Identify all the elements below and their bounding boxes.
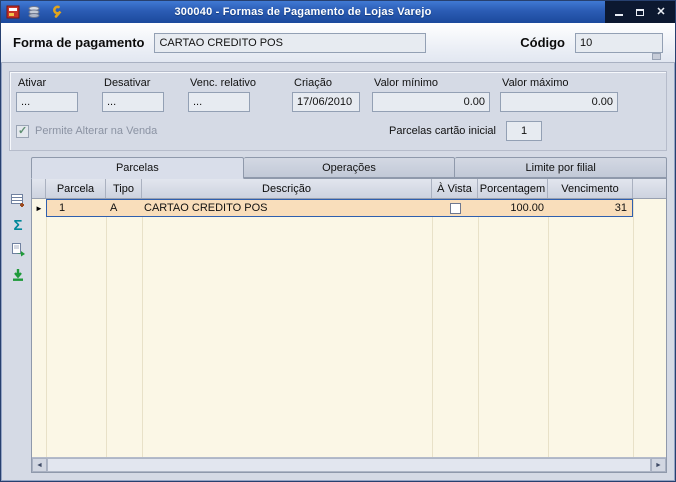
tab-operacoes[interactable]: Operações: [243, 157, 456, 178]
payment-form-input[interactable]: [154, 32, 427, 53]
post-row-icon[interactable]: [9, 266, 27, 284]
column-header-vencimento[interactable]: Vencimento: [548, 179, 633, 198]
minimize-button[interactable]: [613, 6, 625, 18]
ativar-input[interactable]: [16, 92, 78, 112]
horizontal-scrollbar[interactable]: ◄ ►: [32, 457, 666, 472]
venc-relativo-input[interactable]: [188, 92, 250, 112]
header-strip: Forma de pagamento Código: [1, 23, 675, 63]
grid-column-line: [633, 199, 634, 457]
cell-a-vista: [432, 200, 478, 216]
field-ativar: Ativar: [16, 77, 78, 112]
detail-fieldgroup: Ativar Desativar Venc. relativo Criação …: [9, 71, 667, 151]
app-icon[interactable]: [5, 4, 21, 20]
sum-glyph: Σ: [13, 216, 23, 234]
allow-change-checkbox[interactable]: [16, 124, 29, 138]
field-desativar: Desativar: [102, 77, 164, 112]
current-row-marker-icon: ►: [35, 203, 43, 213]
maximize-icon: [636, 8, 644, 16]
criacao-input[interactable]: [292, 92, 361, 112]
field-valor-maximo: Valor máximo: [500, 77, 619, 112]
cell-porcentagem[interactable]: 100.00: [478, 200, 548, 216]
close-button[interactable]: ✕: [655, 6, 667, 18]
scroll-left-button[interactable]: ◄: [32, 458, 47, 472]
titlebar: 300040 - Formas de Pagamento de Lojas Va…: [1, 1, 675, 23]
tabstrip: Parcelas Operações Limite por filial: [31, 157, 668, 179]
column-header-porcentagem[interactable]: Porcentagem: [478, 179, 548, 198]
tab-limite-por-filial[interactable]: Limite por filial: [455, 157, 668, 178]
close-icon: ✕: [656, 5, 666, 18]
tab-operacoes-label: Operações: [322, 161, 376, 174]
grid-toolbar: Σ: [5, 157, 31, 473]
cell-descricao[interactable]: CARTAO CREDITO POS: [142, 200, 432, 216]
grid-column-line: [46, 199, 47, 457]
minimize-icon: [615, 14, 623, 16]
desativar-label: Desativar: [104, 77, 151, 89]
wrench-icon[interactable]: [47, 4, 63, 20]
grid-column-line: [548, 199, 549, 457]
field-valor-minimo: Valor mínimo: [372, 77, 491, 112]
field-row: Ativar Desativar Venc. relativo Criação …: [16, 77, 658, 112]
grid-panel: Parcela Tipo Descrição À Vista Porcentag…: [31, 178, 667, 473]
cell-vencimento[interactable]: 31: [548, 200, 632, 216]
append-row-button[interactable]: [9, 191, 27, 209]
window-controls: ✕: [605, 1, 675, 23]
grid-column-line: [142, 199, 143, 457]
table-row[interactable]: ► 1 A CARTAO CREDITO POS 100.00 31: [32, 199, 633, 217]
criacao-label: Criação: [294, 77, 332, 89]
main-area: Σ Parcelas Operações Limite por filial P…: [1, 155, 675, 481]
tab-parcelas-label: Parcelas: [115, 162, 159, 174]
desativar-input[interactable]: [102, 92, 164, 112]
field-row-2: Permite Alterar na Venda Parcelas cartão…: [16, 121, 658, 141]
cell-tipo[interactable]: A: [106, 200, 142, 216]
tab-content: Parcelas Operações Limite por filial Par…: [31, 157, 668, 473]
selected-row[interactable]: 1 A CARTAO CREDITO POS 100.00 31: [46, 199, 633, 217]
column-header-filler: [633, 179, 666, 198]
scroll-right-button[interactable]: ►: [651, 458, 666, 472]
tab-parcelas[interactable]: Parcelas: [31, 157, 244, 179]
code-label: Código: [520, 35, 565, 50]
field-criacao: Criação: [292, 77, 361, 112]
grid-header: Parcela Tipo Descrição À Vista Porcentag…: [32, 179, 666, 199]
code-lookup-handle[interactable]: [652, 53, 661, 60]
maximize-button[interactable]: [634, 6, 646, 18]
grid-body[interactable]: ► 1 A CARTAO CREDITO POS 100.00 31: [32, 199, 666, 457]
code-input[interactable]: [575, 32, 663, 53]
valor-minimo-input[interactable]: [372, 92, 491, 112]
marker-column-header: [32, 179, 46, 198]
allow-change-label: Permite Alterar na Venda: [35, 125, 158, 137]
valor-maximo-label: Valor máximo: [502, 77, 569, 89]
column-header-parcela[interactable]: Parcela: [46, 179, 106, 198]
field-venc-relativo: Venc. relativo: [188, 77, 256, 112]
coins-icon[interactable]: [26, 4, 42, 20]
window-title: 300040 - Formas de Pagamento de Lojas Va…: [174, 6, 432, 18]
tab-limite-por-filial-label: Limite por filial: [525, 161, 596, 174]
venc-relativo-label: Venc. relativo: [190, 77, 257, 89]
a-vista-checkbox[interactable]: [449, 202, 461, 214]
column-header-descricao[interactable]: Descrição: [142, 179, 432, 198]
sum-icon[interactable]: Σ: [9, 216, 27, 234]
grid-column-line: [478, 199, 479, 457]
app-window: 300040 - Formas de Pagamento de Lojas Va…: [0, 0, 676, 482]
ativar-label: Ativar: [18, 77, 47, 89]
column-header-tipo[interactable]: Tipo: [106, 179, 142, 198]
grid-column-line: [432, 199, 433, 457]
payment-form-label: Forma de pagamento: [13, 35, 145, 50]
valor-maximo-input[interactable]: [500, 92, 619, 112]
titlebar-icons: [5, 4, 63, 20]
cell-parcela[interactable]: 1: [47, 200, 106, 216]
initial-installments-label: Parcelas cartão inicial: [389, 125, 496, 137]
grid-column-line: [106, 199, 107, 457]
scrollbar-thumb[interactable]: [47, 458, 651, 472]
export-row-icon[interactable]: [9, 241, 27, 259]
column-header-a-vista[interactable]: À Vista: [432, 179, 478, 198]
initial-installments-input[interactable]: [506, 121, 542, 141]
valor-minimo-label: Valor mínimo: [374, 77, 439, 89]
